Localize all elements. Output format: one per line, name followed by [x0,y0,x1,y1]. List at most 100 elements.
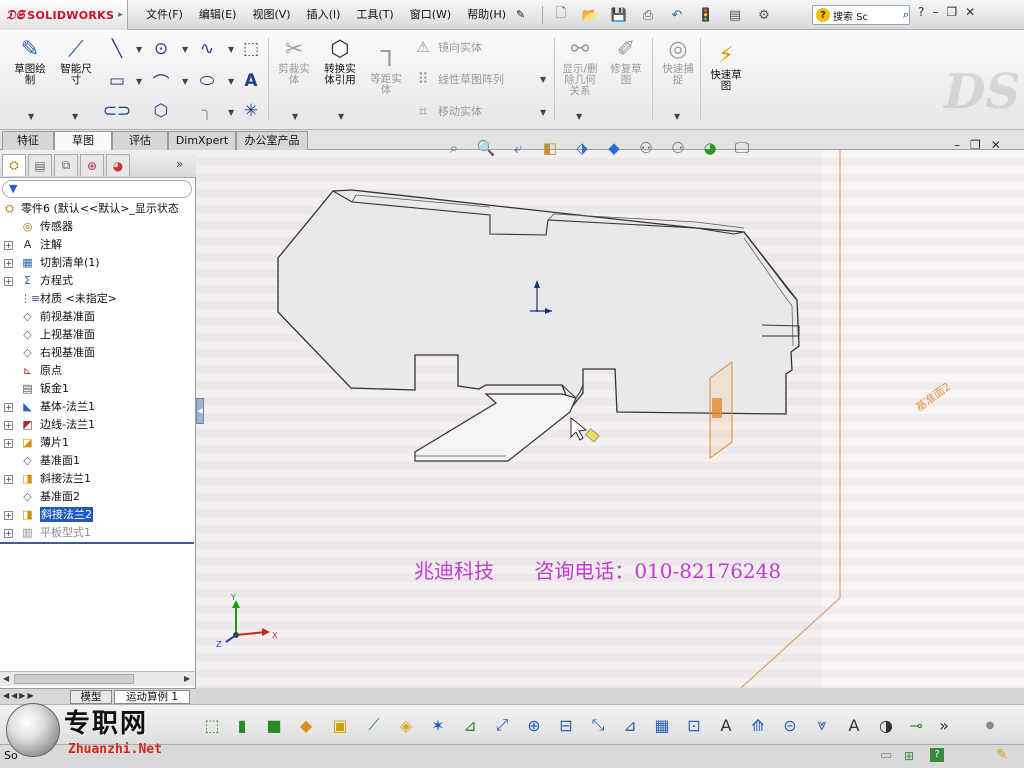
graphics-area[interactable]: Y X Z 基准面2 兆迪科技 咨询电话：010-82176248 ◀ [196,150,1024,688]
rapid-sketch-button[interactable]: ⚡ 快速草 图 [704,40,748,92]
display-delete-relations-button[interactable]: ⚯ 显示/删 除几何 关系 [558,34,602,97]
part-model[interactable]: Y X Z [196,150,1024,688]
section-view-icon[interactable]: ◧ [536,137,564,159]
expand-icon[interactable]: + [4,439,13,448]
save-icon[interactable]: 💾 [606,4,632,26]
menu-tools[interactable]: 工具(T) [348,0,401,30]
text-icon[interactable]: A [240,70,262,92]
dropdown-arrow-icon[interactable]: ▼ [182,45,188,54]
dropdown-arrow-icon[interactable]: ▼ [136,45,142,54]
expand-icon[interactable]: + [4,259,13,268]
slot-icon[interactable]: ⊂⊃ [103,100,132,122]
dropdown-arrow-icon[interactable]: ▼ [228,108,234,117]
dropdown-arrow-icon[interactable]: ▼ [72,112,78,121]
scroll-left-icon[interactable]: ◀ [3,674,9,683]
bent-tab[interactable] [414,393,577,462]
flatten-icon[interactable]: ⟰ [746,713,770,737]
restore-icon[interactable]: ❐ [970,138,981,152]
previous-view-icon[interactable]: ⤶ [504,137,532,159]
menu-insert[interactable]: 插入(I) [299,0,349,30]
dropdown-arrow-icon[interactable]: ▼ [540,75,546,84]
menu-window[interactable]: 窗口(W) [402,0,459,30]
tab-office-products[interactable]: 办公室产品 [236,131,308,150]
tab-scroll-arrows-icon[interactable]: ◀◀▶▶ [3,691,36,700]
closed-corner-icon[interactable]: ⤡ [586,713,610,737]
display-style-icon[interactable]: ⚇ [632,137,660,159]
smart-dimension-button[interactable]: ⟋ 智能尺 寸 [54,34,98,86]
construction-geometry-icon[interactable]: ⬚ [240,38,262,60]
expand-icon[interactable]: + [4,277,13,286]
tree-item[interactable]: + ◨ 斜接法兰1 [0,470,196,488]
welded-corner-icon[interactable]: ⊕ [522,713,546,737]
hide-show-items-icon[interactable]: ⚆ [664,137,692,159]
trim-entities-button[interactable]: ✂ 剪裁实 体 [272,34,316,86]
zoom-to-area-icon[interactable]: 🔍 [472,137,500,159]
unfold-icon[interactable]: ⊡ [682,713,706,737]
minimize-icon[interactable]: – [954,138,960,152]
dropdown-arrow-icon[interactable]: ▼ [228,45,234,54]
dropdown-arrow-icon[interactable]: ▼ [674,112,680,121]
tree-item[interactable]: + ▦ 切割清单(1) [0,254,196,272]
tree-item[interactable]: ◇ 基准面1 [0,452,196,470]
expand-icon[interactable]: + [4,475,13,484]
tab-evaluate[interactable]: 评估 [112,131,168,150]
file-properties-icon[interactable]: ▤ [722,4,748,26]
tree-item[interactable]: ◇ 前视基准面 [0,308,196,326]
undo-icon[interactable]: ↶ [664,4,690,26]
open-icon[interactable]: 📂 [577,4,603,26]
miter-flange-icon[interactable]: ▣ [328,713,352,737]
tree-item[interactable]: + ◪ 薄片1 [0,434,196,452]
repair-sketch-button[interactable]: ✐ 修复草 图 [604,34,648,86]
circle-icon[interactable]: ⊙ [150,38,172,60]
tree-item[interactable]: + ◣ 基体-法兰1 [0,398,196,416]
app-logo[interactable]: 𝔇𝕾 SOLIDWORKS ▸ [0,0,128,30]
expand-icon[interactable]: + [4,403,13,412]
options-icon[interactable]: ⚙ [751,4,777,26]
tree-item[interactable]: + ◨ 斜接法兰2 [0,506,196,524]
tab-sketch[interactable]: 草图 [54,131,112,151]
search-box[interactable]: ? 搜索 Sc ⌕ [812,5,910,25]
expand-icon[interactable]: + [4,511,13,520]
break-corner-icon[interactable]: ⊟ [554,713,578,737]
menu-view[interactable]: 视图(V) [244,0,298,30]
tree-item[interactable]: + ◩ 边线-法兰1 [0,416,196,434]
point-icon[interactable]: ✳ [240,100,262,122]
view-settings-icon[interactable]: 🖵 [728,137,756,159]
feature-tree-tab-icon[interactable]: ⛭ [2,154,26,176]
tab-features[interactable]: 特征 [2,131,54,150]
hem-icon[interactable]: ⟋ [362,713,386,737]
no-bends-icon[interactable]: ⊝ [778,713,802,737]
tree-item[interactable]: ⊾ 原点 [0,362,196,380]
rebuild-status-icon[interactable]: ✎ [996,747,1008,763]
fold-icon[interactable]: A [714,713,738,737]
tree-item[interactable]: ⋮≡ 材质 <未指定> [0,290,196,308]
move-entities-button[interactable]: ⌗ 移动实体 [414,102,482,120]
property-manager-tab-icon[interactable]: ▤ [28,154,52,176]
rectangle-icon[interactable]: ▭ [106,70,128,92]
jog-icon[interactable]: ◈ [394,713,418,737]
dropdown-arrow-icon[interactable]: ▼ [338,112,344,121]
dimxpert-manager-tab-icon[interactable]: ⊕ [80,154,104,176]
insert-bends-icon[interactable]: A [842,713,866,737]
linear-pattern-button[interactable]: ⠿ 线性草图阵列 [414,70,505,88]
dropdown-arrow-icon[interactable]: ▼ [182,77,188,86]
toolbar-option-icon[interactable]: ● [978,713,1002,737]
scroll-thumb[interactable] [14,674,134,684]
polygon-icon[interactable]: ⬡ [150,100,172,122]
search-icon[interactable]: ⌕ [903,8,909,22]
expand-icon[interactable]: + [4,421,13,430]
vent-icon[interactable]: ▦ [650,713,674,737]
zoom-to-fit-icon[interactable]: ⌕ [440,137,468,159]
rip-icon[interactable]: ⩔ [810,713,834,737]
dropdown-arrow-icon[interactable]: ▼ [576,112,582,121]
dropdown-arrow-icon[interactable]: ▼ [136,77,142,86]
offset-entities-button[interactable]: ᒣ 等距实 体 [364,44,408,96]
tree-item[interactable]: ◇ 基准面2 [0,488,196,506]
display-manager-tab-icon[interactable]: ◕ [106,154,130,176]
tree-filter-input[interactable]: ▼ [2,180,192,198]
tree-item[interactable]: + A 注解 [0,236,196,254]
sketch-button[interactable]: ✎ 草图绘 制 [8,34,52,86]
sheet-metal-icon[interactable]: ⬚ [200,713,224,737]
dynamic-annotation-icon[interactable]: ⬗ [568,137,596,159]
base-flange-icon[interactable]: ▮ [230,713,254,737]
